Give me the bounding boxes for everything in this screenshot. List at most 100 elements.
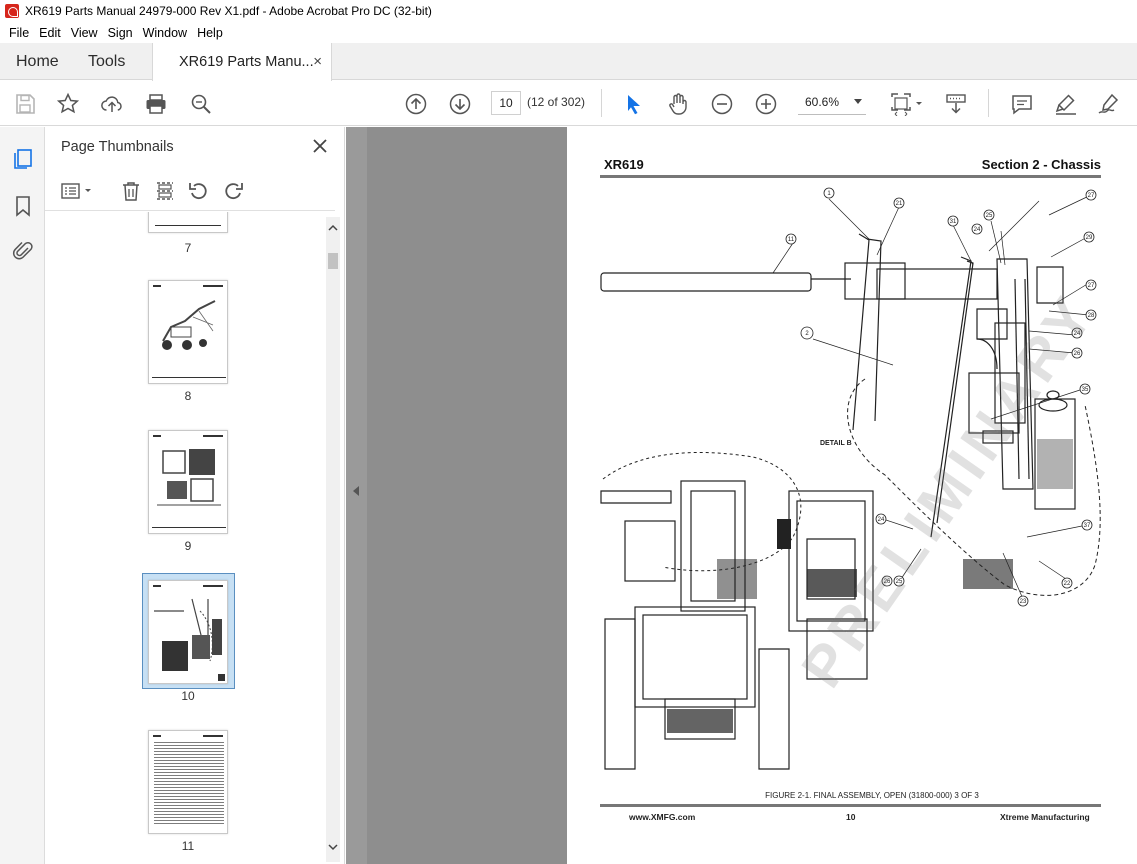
svg-text:23: 23	[1020, 599, 1027, 605]
upload-icon[interactable]	[100, 92, 124, 116]
options-menu-icon[interactable]	[60, 180, 94, 202]
rotate-right-icon[interactable]	[222, 180, 244, 202]
select-cursor-icon[interactable]	[622, 92, 646, 116]
thumbnail-label: 8	[184, 389, 192, 403]
menu-sign[interactable]: Sign	[103, 26, 138, 40]
menu-window[interactable]: Window	[138, 26, 192, 40]
tab-home[interactable]: Home	[16, 43, 59, 80]
thumbnail-label: 10	[181, 689, 195, 703]
callout: 37	[1081, 519, 1093, 531]
thumbnail-page-11[interactable]	[148, 730, 228, 834]
callout: 27	[1085, 189, 1097, 201]
callout: 29	[1083, 231, 1095, 243]
menu-bar: File Edit View Sign Window Help	[0, 22, 1137, 43]
zoom-level-select[interactable]: 60.6%	[798, 91, 866, 115]
prev-page-icon[interactable]	[404, 92, 428, 116]
close-icon[interactable]	[311, 137, 329, 155]
detail-label: DETAIL B	[820, 440, 852, 447]
scroll-mode-icon[interactable]	[944, 92, 968, 116]
thumbnail-image	[162, 300, 216, 350]
thumbnail-page-10[interactable]	[148, 580, 228, 684]
callout: 31	[947, 215, 959, 227]
callout: 23	[1017, 595, 1029, 607]
page-thumbnails-panel: Page Thumbnails 7 8 9 10 11	[45, 127, 345, 864]
title-bar: XR619 Parts Manual 24979-000 Rev X1.pdf …	[0, 0, 1137, 22]
navigation-rail	[0, 127, 45, 864]
callout: 24	[971, 223, 983, 235]
close-tab-icon[interactable]: ×	[313, 53, 322, 70]
callout: 2	[800, 326, 814, 340]
bookmarks-icon[interactable]	[11, 194, 35, 218]
scroll-down-icon[interactable]	[328, 842, 338, 852]
thumbnail-toolbar	[45, 171, 335, 211]
callout: 22	[1061, 577, 1073, 589]
footer-page-number: 10	[846, 812, 856, 822]
highlight-icon[interactable]	[1054, 92, 1078, 116]
svg-text:37: 37	[1084, 523, 1091, 529]
page-thumbnails-icon[interactable]	[11, 147, 35, 171]
zoom-search-icon[interactable]	[189, 92, 213, 116]
svg-text:31: 31	[950, 219, 957, 225]
toolbar-divider	[601, 89, 602, 117]
delete-icon[interactable]	[120, 180, 142, 202]
attachments-icon[interactable]	[11, 239, 35, 263]
menu-help[interactable]: Help	[192, 26, 228, 40]
hand-icon[interactable]	[666, 92, 690, 116]
svg-text:11: 11	[788, 237, 795, 243]
page-header-model: XR619	[604, 157, 644, 172]
figure-caption: FIGURE 2-1. FINAL ASSEMBLY, OPEN (31800-…	[765, 791, 979, 800]
menu-view[interactable]: View	[66, 26, 103, 40]
svg-text:22: 22	[1064, 581, 1071, 587]
toolbar: 10 (12 of 302) 60.6%	[0, 81, 1137, 126]
menu-file[interactable]: File	[4, 26, 34, 40]
assembly-drawing: 1 21 27 31 25 24 29 11 27 28 2 24 26 35 …	[600, 187, 1101, 770]
panel-title: Page Thumbnails	[61, 139, 174, 155]
footer-website: www.XMFG.com	[629, 812, 696, 822]
callout: 35	[1079, 383, 1091, 395]
menu-edit[interactable]: Edit	[34, 26, 66, 40]
thumbnail-label: 7	[184, 241, 192, 255]
scrollbar-thumb[interactable]	[328, 253, 338, 269]
save-icon[interactable]	[13, 92, 37, 116]
svg-text:29: 29	[1086, 235, 1093, 241]
zoom-out-icon[interactable]	[710, 92, 734, 116]
acrobat-logo-icon	[5, 4, 19, 18]
svg-text:27: 27	[1088, 193, 1095, 199]
document-viewport[interactable]: XR619 Section 2 - Chassis 1 21 27 31 25 …	[346, 127, 1137, 864]
svg-text:24: 24	[974, 227, 981, 233]
callout: 25	[983, 209, 995, 221]
print-icon[interactable]	[144, 92, 168, 116]
collapse-panel-icon[interactable]	[353, 486, 359, 496]
page-header-section: Section 2 - Chassis	[981, 157, 1101, 172]
next-page-icon[interactable]	[448, 92, 472, 116]
thumbnail-label: 9	[184, 539, 192, 553]
callout: 11	[785, 233, 797, 245]
sign-icon[interactable]	[1097, 92, 1121, 116]
thumbnail-page-8[interactable]	[148, 280, 228, 384]
bookmark-star-icon[interactable]	[56, 92, 80, 116]
tab-tools[interactable]: Tools	[88, 43, 125, 80]
page-number-input[interactable]: 10	[491, 91, 521, 115]
tab-document[interactable]: XR619 Parts Manu... ×	[152, 43, 332, 81]
zoom-level-value: 60.6%	[805, 95, 840, 109]
svg-text:21: 21	[896, 201, 903, 207]
fit-page-icon[interactable]	[889, 92, 923, 116]
tab-bar: Home Tools XR619 Parts Manu... ×	[0, 43, 1137, 81]
page-count: (12 of 302)	[527, 95, 586, 109]
comment-icon[interactable]	[1010, 92, 1034, 116]
previous-page-edge	[367, 127, 567, 864]
callout: 1	[823, 187, 835, 199]
footer-company: Xtreme Manufacturing	[1000, 812, 1090, 822]
thumbnail-page-9[interactable]	[148, 430, 228, 534]
callout: 27	[1085, 279, 1097, 291]
thumbnail-scrollbar[interactable]	[326, 217, 340, 862]
svg-text:25: 25	[986, 213, 993, 219]
callout: 21	[893, 197, 905, 209]
tab-document-label: XR619 Parts Manu...	[179, 54, 314, 70]
extract-pages-icon[interactable]	[154, 180, 176, 202]
svg-text:24: 24	[878, 517, 885, 523]
scroll-up-icon[interactable]	[328, 223, 338, 233]
zoom-in-icon[interactable]	[754, 92, 778, 116]
thumbnail-page-7[interactable]	[148, 212, 228, 233]
rotate-left-icon[interactable]	[188, 180, 210, 202]
